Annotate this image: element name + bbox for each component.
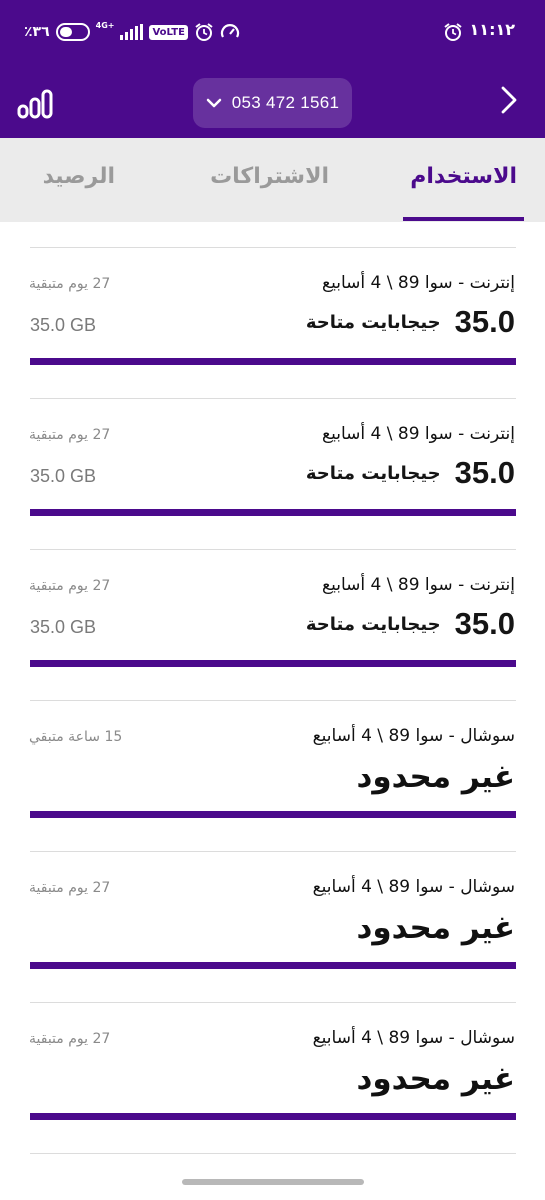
bar-chart-icon[interactable] [16,84,56,120]
amount-unit: جيجابايت متاحة [305,462,441,484]
usage-card[interactable]: سوشال - سوا 89 \ 4 أسابيع 27 يوم متبقية … [0,1003,545,1154]
usage-progress-fill [30,1113,516,1120]
package-title: سوشال - سوا 89 \ 4 أسابيع [312,1028,515,1048]
remaining-time: 27 يوم متبقية [29,1031,111,1047]
usage-progress-bar [30,509,516,516]
usage-card[interactable]: إنترنت - سوا 89 \ 4 أسابيع 27 يوم متبقية… [0,248,545,399]
usage-card[interactable]: إنترنت - سوا 89 \ 4 أسابيع 27 يوم متبقية… [0,550,545,701]
amount-row: 35.0 جيجابايت متاحة [306,453,515,493]
back-button[interactable] [491,82,527,118]
alarm-icon [444,23,462,41]
amount-unit: جيجابايت متاحة [305,311,441,333]
remaining-time: 15 ساعة متبقي [29,729,123,745]
status-icons-left: ٪٣٦ 4G+ VoLTE [24,20,240,44]
speedometer-icon [220,24,240,38]
total-amount: 35.0 GB [30,315,97,335]
remaining-time: 27 يوم متبقية [29,276,111,292]
status-time: ١١:١٢ [469,20,515,39]
app-bar: 053 472 1561 [0,64,545,138]
usage-card[interactable]: إنترنت - سوا 89 \ 4 أسابيع 27 يوم متبقية… [0,399,545,550]
tab-balance[interactable]: الرصيد [43,164,115,189]
network-type: 4G+ [95,20,115,30]
remaining-time: 27 يوم متبقية [29,578,111,594]
usage-progress-fill [30,660,516,667]
usage-progress-fill [30,509,516,516]
tab-usage[interactable]: الاستخدام [410,164,517,189]
package-title: إنترنت - سوا 89 \ 4 أسابيع [322,273,515,293]
usage-progress-bar [30,811,516,818]
chevron-right-icon [501,86,517,114]
phone-number: 053 472 1561 [231,93,340,112]
tab-bar: الاستخدام الاشتراكات الرصيد [0,138,545,222]
unlimited-label: غير محدود [356,759,515,795]
remaining-time: 27 يوم متبقية [29,427,111,443]
usage-progress-bar [30,1113,516,1120]
package-title: إنترنت - سوا 89 \ 4 أسابيع [322,575,515,595]
unlimited-label: غير محدود [356,1061,515,1097]
usage-progress-fill [30,358,516,365]
package-title: سوشال - سوا 89 \ 4 أسابيع [312,877,515,897]
volte-badge: VoLTE [149,24,188,40]
active-tab-indicator [403,217,524,221]
amount-value: 35.0 [454,455,515,490]
amount-value: 35.0 [454,304,515,339]
battery-percentage: ٪٣٦ [24,24,50,40]
home-indicator[interactable] [182,1179,364,1185]
unlimited-label: غير محدود [356,910,515,946]
amount-unit: جيجابايت متاحة [305,613,441,635]
usage-card[interactable]: سوشال - سوا 89 \ 4 أسابيع 27 يوم متبقية … [0,852,545,1003]
tab-subscriptions[interactable]: الاشتراكات [210,164,329,189]
usage-progress-bar [30,660,516,667]
total-amount: 35.0 GB [30,617,97,637]
amount-row: 35.0 جيجابايت متاحة [306,604,515,644]
amount-value: 35.0 [454,606,515,641]
usage-progress-fill [30,962,516,969]
amount-row: 35.0 جيجابايت متاحة [306,302,515,342]
chevron-down-icon [206,98,221,108]
status-bar: ٪٣٦ 4G+ VoLTE ١١:١٢ [0,0,545,64]
usage-card[interactable]: سوشال - سوا 89 \ 4 أسابيع 15 ساعة متبقي … [0,701,545,852]
battery-icon [55,23,90,41]
signal-icon [120,24,144,40]
remaining-time: 27 يوم متبقية [29,880,111,896]
usage-progress-fill [30,811,516,818]
package-title: سوشال - سوا 89 \ 4 أسابيع [312,726,515,746]
phone-number-selector[interactable]: 053 472 1561 [193,78,352,128]
usage-progress-bar [30,962,516,969]
header: ٪٣٦ 4G+ VoLTE ١١:١٢ 053 472 1561 [0,0,545,138]
usage-progress-bar [30,358,516,365]
package-title: إنترنت - سوا 89 \ 4 أسابيع [322,424,515,444]
total-amount: 35.0 GB [30,466,97,486]
alarm-icon [195,23,213,41]
divider [30,1153,516,1154]
